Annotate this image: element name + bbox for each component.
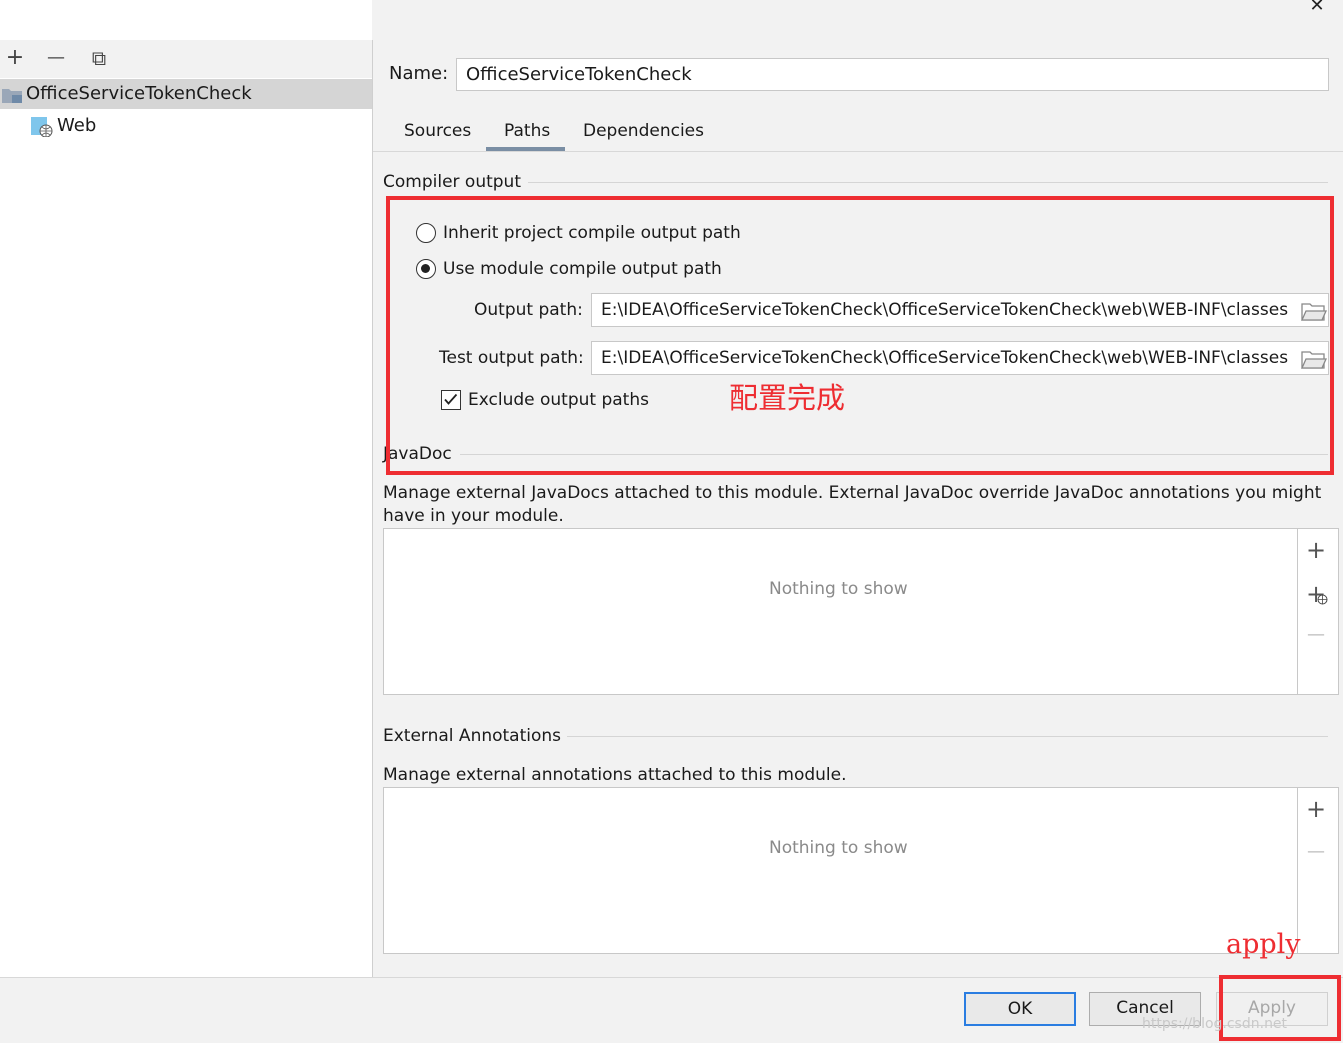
javadoc-add-icon[interactable]: + bbox=[1303, 537, 1329, 563]
tabs-divider bbox=[373, 151, 1343, 152]
add-icon[interactable]: + bbox=[4, 46, 26, 70]
tab-dependencies[interactable]: Dependencies bbox=[583, 117, 704, 145]
name-label: Name: bbox=[389, 63, 449, 84]
external-annotations-rule bbox=[567, 736, 1328, 737]
tree-item-web[interactable]: Web bbox=[57, 111, 96, 141]
module-folder-icon bbox=[2, 89, 22, 103]
external-annotations-empty-text: Nothing to show bbox=[769, 838, 908, 858]
compiler-output-rule bbox=[528, 182, 1328, 183]
apply-annotation: apply bbox=[1226, 929, 1301, 960]
external-annotations-add-icon[interactable]: + bbox=[1303, 796, 1329, 822]
ok-button[interactable]: OK bbox=[964, 992, 1076, 1026]
compiler-output-title: Compiler output bbox=[383, 172, 521, 192]
watermark: https://blog.csdn.net bbox=[1142, 1016, 1288, 1032]
config-highlight-box bbox=[386, 196, 1334, 475]
close-icon[interactable]: ✕ bbox=[1304, 0, 1330, 15]
remove-icon[interactable]: — bbox=[45, 46, 67, 70]
module-tree-panel bbox=[0, 0, 372, 977]
javadoc-remove-icon[interactable]: — bbox=[1303, 622, 1329, 648]
javadoc-list-divider bbox=[1297, 529, 1298, 694]
javadoc-description: Manage external JavaDocs attached to thi… bbox=[383, 483, 1322, 526]
javadoc-add-url-icon[interactable]: + bbox=[1303, 581, 1329, 607]
globe-icon bbox=[1317, 594, 1328, 605]
web-facet-icon bbox=[31, 117, 53, 137]
javadoc-empty-text: Nothing to show bbox=[769, 579, 908, 599]
external-annotations-description: Manage external annotations attached to … bbox=[383, 765, 847, 785]
tree-item-module-label: OfficeServiceTokenCheck bbox=[26, 83, 252, 104]
copy-icon[interactable]: ⧉ bbox=[88, 46, 110, 70]
panel-divider[interactable] bbox=[372, 40, 373, 977]
tab-sources[interactable]: Sources bbox=[404, 117, 471, 145]
javadoc-list[interactable] bbox=[383, 528, 1339, 695]
name-input[interactable]: OfficeServiceTokenCheck bbox=[456, 58, 1329, 91]
config-done-annotation: 配置完成 bbox=[729, 381, 846, 415]
external-annotations-title: External Annotations bbox=[383, 726, 562, 746]
tab-paths[interactable]: Paths bbox=[504, 117, 550, 145]
external-annotations-list[interactable] bbox=[383, 787, 1339, 954]
external-annotations-remove-icon[interactable]: — bbox=[1303, 839, 1329, 865]
